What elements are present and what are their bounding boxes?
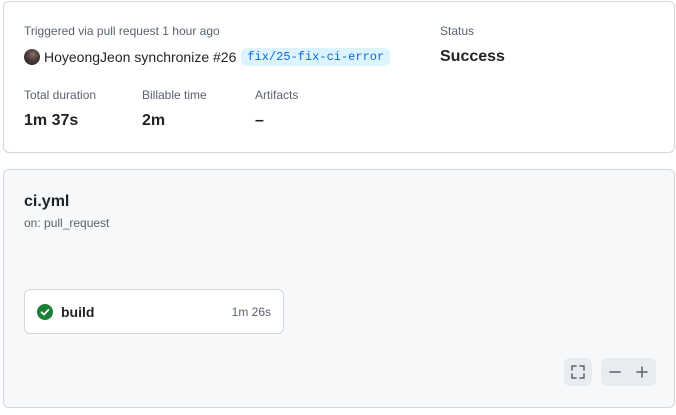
workflow-file-name[interactable]: ci.yml	[24, 193, 69, 211]
artifacts-label: Artifacts	[255, 88, 299, 102]
total-duration-label: Total duration	[24, 88, 97, 102]
workflow-graph-card: ci.yml on: pull_request build 1m 26s	[3, 169, 675, 408]
fullscreen-icon	[571, 365, 585, 379]
billable-time-label: Billable time	[142, 88, 207, 102]
avatar[interactable]	[24, 49, 40, 65]
billable-time-value: 2m	[142, 112, 166, 129]
status-value: Success	[440, 48, 505, 65]
zoom-out-icon	[609, 371, 621, 373]
trigger-row: HoyeongJeon synchronize #26 fix/25-fix-c…	[24, 48, 391, 66]
success-check-icon	[37, 303, 53, 320]
event-link[interactable]: synchronize #26	[134, 49, 236, 65]
zoom-controls	[601, 358, 656, 386]
trigger-info: Triggered via pull request 1 hour ago	[24, 24, 220, 38]
job-build[interactable]: build 1m 26s	[24, 289, 284, 334]
artifacts-value: –	[255, 112, 264, 129]
total-duration-value: 1m 37s	[24, 112, 79, 129]
zoom-out-button[interactable]	[602, 358, 628, 386]
job-name: build	[61, 303, 95, 320]
branch-label[interactable]: fix/25-fix-ci-error	[241, 48, 391, 66]
status-label: Status	[440, 24, 475, 38]
workflow-trigger: on: pull_request	[24, 216, 110, 230]
run-summary-card: Triggered via pull request 1 hour ago Ho…	[3, 1, 675, 153]
zoom-in-button[interactable]	[629, 358, 655, 386]
actor-link[interactable]: HoyeongJeon	[44, 49, 130, 65]
fullscreen-button[interactable]	[564, 358, 592, 386]
zoom-in-icon	[636, 366, 648, 378]
job-duration: 1m 26s	[231, 304, 271, 319]
